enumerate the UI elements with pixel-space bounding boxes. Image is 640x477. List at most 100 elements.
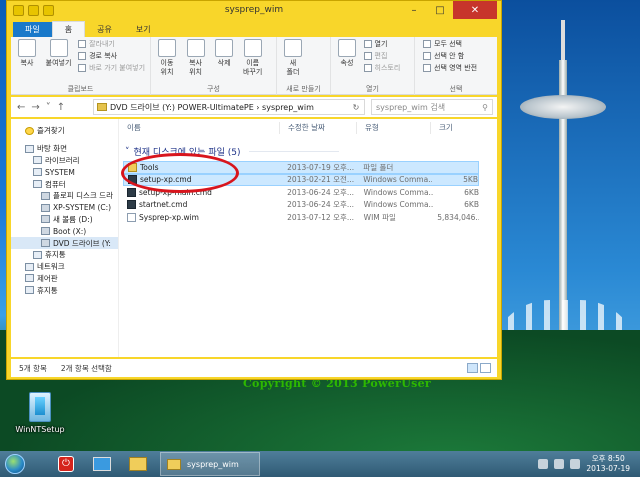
table-row[interactable]: Sysprep-xp.wim 2013-07-12 오후... WIM 파일 5…: [123, 211, 479, 224]
clock-date: 2013-07-19: [586, 464, 630, 473]
search-placeholder: sysprep_wim 검색: [376, 102, 446, 112]
nav-buttons: ← → ˅ ↑: [11, 102, 93, 113]
desktop-icon: [25, 144, 34, 153]
new-folder-icon: [284, 39, 302, 57]
tray-volume-icon[interactable]: [570, 459, 581, 469]
paste-button[interactable]: 붙여넣기: [44, 39, 74, 68]
address-bar[interactable]: DVD 드라이브 (Y:) POWER-UltimatePE › sysprep…: [93, 99, 365, 115]
group-label: 새로 만들기: [286, 85, 321, 93]
select-none-button[interactable]: 선택 안 함: [423, 51, 477, 61]
minimize-button[interactable]: –: [401, 1, 427, 19]
up-arrow-icon[interactable]: ↑: [57, 102, 65, 113]
copy-path-button[interactable]: 경로 복사: [78, 51, 145, 61]
table-row[interactable]: startnet.cmd 2013-06-24 오후... Windows Co…: [123, 199, 479, 212]
new-folder-button[interactable]: 새 폴더: [281, 39, 305, 77]
column-header-size[interactable]: 크기: [431, 122, 481, 134]
nav-item-system[interactable]: SYSTEM: [11, 166, 118, 178]
nav-item-favorites[interactable]: 즐겨찾기: [11, 125, 118, 137]
taskbar-task-label: sysprep_wim: [187, 459, 239, 469]
nav-item-recycle-bin[interactable]: 휴지통: [11, 284, 118, 296]
ribbon-group-clipboard: 복사 붙여넣기 잘라내기 경로 복사 바로 가기 붙여넣기 클립보드: [11, 37, 151, 95]
folder-icon: [167, 458, 181, 470]
move-icon: [158, 39, 176, 57]
tab-file[interactable]: 파일: [13, 22, 52, 37]
select-all-button[interactable]: 모두 선택: [423, 39, 477, 49]
navigation-pane: 즐겨찾기 바탕 화면 라이브러리 SYSTEM 컴퓨터 플로피 디스크 드라 X…: [11, 119, 119, 357]
tab-share[interactable]: 공유: [85, 22, 124, 37]
tray-flag-icon[interactable]: [538, 459, 549, 469]
refresh-icon[interactable]: ↻: [348, 103, 364, 112]
file-list: 이름 수정한 날짜 유형 크기 ˅ 현재 디스크에 있는 파일 (5) Tool…: [119, 119, 497, 357]
nav-item-network[interactable]: 네트워크: [11, 261, 118, 273]
shortcut-icon: [78, 64, 87, 72]
edit-button[interactable]: 편집: [363, 51, 401, 61]
copy-to-button[interactable]: 복사 위치: [184, 39, 208, 77]
copy-icon: [18, 39, 36, 57]
select-small-list: 모두 선택 선택 안 함 선택 영역 반전: [419, 39, 477, 73]
wim-file-icon: [127, 212, 136, 222]
tray-network-icon[interactable]: [554, 459, 565, 469]
taskbar-shutdown-button[interactable]: ⏻: [48, 451, 84, 477]
details-view-icon[interactable]: [467, 363, 478, 373]
paste-shortcut-button[interactable]: 바로 가기 붙여넣기: [78, 63, 145, 73]
nav-item-dvd-y[interactable]: DVD 드라이브 (Y:: [11, 237, 118, 249]
desktop-icon-winntsetup[interactable]: WinNTSetup: [14, 392, 66, 434]
start-button[interactable]: [0, 451, 30, 477]
column-header-type[interactable]: 유형: [357, 122, 431, 134]
cmd-file-icon: [127, 187, 136, 197]
nav-item-drive-x[interactable]: Boot (X:): [11, 225, 118, 237]
taskbar-explorer-button[interactable]: [120, 451, 156, 477]
open-small-list: 열기 편집 히스토리: [363, 39, 401, 73]
monitor-icon: [93, 457, 111, 471]
delete-button[interactable]: 삭제: [212, 39, 236, 68]
forward-arrow-icon[interactable]: →: [31, 102, 39, 113]
taskbar-task-sysprep[interactable]: sysprep_wim: [160, 452, 260, 476]
nav-item-libraries[interactable]: 라이브러리: [11, 155, 118, 167]
nav-item-drive-c[interactable]: XP-SYSTEM (C:): [11, 202, 118, 214]
computer-icon: [33, 180, 42, 189]
history-button[interactable]: 히스토리: [363, 63, 400, 73]
delete-x-icon: [215, 39, 234, 57]
cut-button[interactable]: 잘라내기: [78, 39, 145, 49]
folder-icon: [97, 103, 107, 111]
properties-button[interactable]: 속성: [335, 39, 359, 68]
column-header-name[interactable]: 이름: [119, 122, 280, 134]
group-label: 구성: [207, 85, 220, 93]
nav-item-control-panel[interactable]: 제어판: [11, 273, 118, 285]
tab-home[interactable]: 홈: [51, 21, 86, 37]
collapse-chevron-icon: ˅: [125, 146, 130, 157]
red-circle-annotation: [121, 153, 239, 193]
status-item-count: 5개 항목: [19, 363, 47, 373]
nav-item-drive-d[interactable]: 새 볼륨 (D:): [11, 214, 118, 226]
taskbar: ⏻ sysprep_wim 오후 8:50 2013-07-19: [0, 451, 640, 477]
ribbon-tabs: 파일 홈 공유 보기: [7, 21, 501, 37]
invert-selection-button[interactable]: 선택 영역 반전: [423, 63, 477, 73]
maximize-button[interactable]: □: [427, 1, 453, 19]
open-button[interactable]: 열기: [363, 39, 401, 49]
title-bar[interactable]: sysprep_wim – □ ✕: [7, 1, 501, 21]
explorer-body: 즐겨찾기 바탕 화면 라이브러리 SYSTEM 컴퓨터 플로피 디스크 드라 X…: [11, 119, 497, 357]
desktop: Copyright © 2013 PowerUser WinNTSetup sy…: [0, 0, 640, 451]
nav-item-computer[interactable]: 컴퓨터: [11, 178, 118, 190]
taskbar-monitor-button[interactable]: [84, 451, 120, 477]
back-arrow-icon[interactable]: ←: [17, 102, 25, 113]
column-header-date[interactable]: 수정한 날짜: [280, 122, 357, 134]
tab-view[interactable]: 보기: [124, 22, 163, 37]
chevron-down-icon[interactable]: ˅: [46, 102, 51, 113]
user-icon: [33, 168, 42, 177]
nav-item-recycle[interactable]: 휴지통: [11, 249, 118, 261]
search-input[interactable]: sysprep_wim 검색 ⚲: [371, 99, 493, 115]
clock[interactable]: 오후 8:50 2013-07-19: [586, 454, 630, 474]
move-to-button[interactable]: 이동 위치: [155, 39, 179, 77]
nav-item-desktop[interactable]: 바탕 화면: [11, 143, 118, 155]
library-icon: [33, 156, 42, 165]
invert-icon: [423, 64, 431, 72]
winntsetup-icon: [29, 392, 51, 422]
large-icons-view-icon[interactable]: [480, 363, 491, 373]
close-button[interactable]: ✕: [453, 1, 497, 19]
ribbon-group-organize: 이동 위치 복사 위치 삭제 이름 바꾸기 구성: [151, 37, 277, 95]
rename-button[interactable]: 이름 바꾸기: [241, 39, 265, 77]
nav-item-floppy[interactable]: 플로피 디스크 드라: [11, 190, 118, 202]
path-icon: [78, 52, 87, 60]
copy-button[interactable]: 복사: [15, 39, 39, 68]
